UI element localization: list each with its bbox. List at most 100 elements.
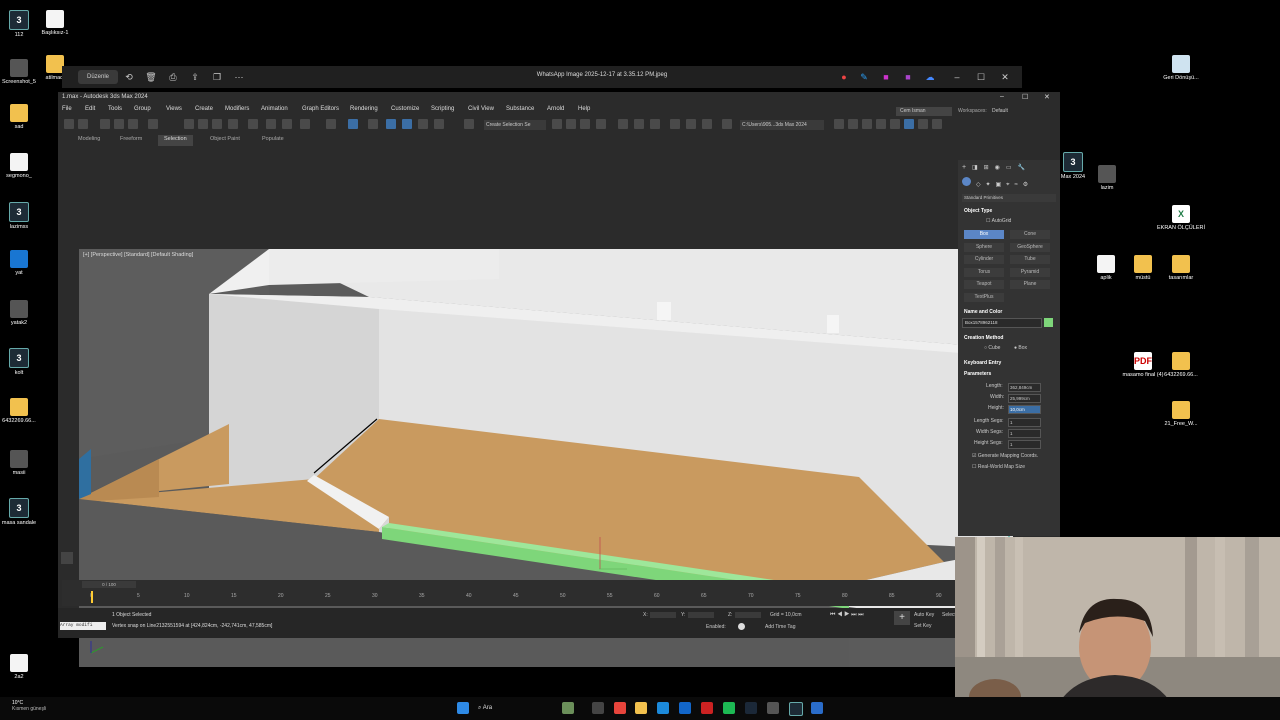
x-field[interactable] (650, 612, 676, 618)
menu-file[interactable]: File (62, 106, 72, 112)
set-key-icon[interactable]: + (894, 611, 910, 625)
create-tab-icon[interactable]: + (962, 164, 966, 171)
undo-icon[interactable] (64, 119, 74, 129)
scale-icon[interactable] (282, 119, 292, 129)
edit-named-sel-icon[interactable] (464, 119, 474, 129)
render-frame-icon[interactable] (702, 119, 712, 129)
rotate-icon[interactable] (266, 119, 276, 129)
percent-snap-icon[interactable] (418, 119, 428, 129)
workspaces-select[interactable]: Default (992, 108, 1008, 114)
primitive-tube-button[interactable]: Tube (1010, 255, 1050, 265)
desktop-icon[interactable]: 6432269.66... (1156, 352, 1206, 378)
minimize-icon[interactable]: – (952, 70, 962, 84)
viewport-label[interactable]: [+] [Perspective] [Standard] [Default Sh… (83, 252, 193, 258)
delete-icon[interactable]: 🗑 (145, 70, 156, 84)
project-path[interactable]: C:\Users\905...3ds Max 2024 (740, 120, 824, 130)
unlink-icon[interactable] (114, 119, 124, 129)
snap-3d-icon[interactable] (386, 119, 396, 129)
spotify-icon[interactable] (723, 702, 735, 714)
clipchamp-icon[interactable]: ■ (882, 70, 890, 84)
rect-select-icon[interactable] (212, 119, 222, 129)
maxscript-listener[interactable]: Array modifi (60, 622, 106, 630)
select-manip-icon[interactable] (348, 119, 358, 129)
creation-method-header[interactable]: Creation Method (964, 335, 1003, 341)
desktop-icon[interactable]: 21_Free_W... (1156, 401, 1206, 427)
real-world-checkbox[interactable]: ☐ Real-World Map Size (972, 464, 1025, 470)
y-tool-icon[interactable] (890, 119, 900, 129)
name-color-header[interactable]: Name and Color (964, 309, 1002, 315)
desktop-icon[interactable]: tasarımlar (1156, 255, 1206, 281)
width-segs-field[interactable]: 1 (1008, 429, 1041, 438)
edit-button[interactable]: Düzenle (78, 70, 118, 84)
weather-widget[interactable]: 10°C Kısmen güneşli (12, 700, 46, 712)
ribbon-tab-populate[interactable]: Populate (256, 135, 290, 146)
chrome-icon[interactable] (614, 702, 626, 714)
play-controls[interactable]: ⏮ ◀ ▶ ⏭ ⏭ (830, 612, 864, 619)
length-field[interactable]: 362,849cm (1008, 383, 1041, 392)
menu-help[interactable]: Help (578, 106, 590, 112)
menu-customize[interactable]: Customize (391, 106, 419, 112)
material-editor-icon[interactable] (670, 119, 680, 129)
file-explorer-icon[interactable] (635, 702, 647, 714)
designer-icon[interactable]: ■ (904, 70, 912, 84)
link-icon[interactable] (100, 119, 110, 129)
display-tab-icon[interactable]: ▭ (1006, 165, 1012, 171)
pivot-icon[interactable] (326, 119, 336, 129)
primitive-teapot-button[interactable]: Teapot (964, 280, 1004, 290)
timeline[interactable]: 0 / 100 05101520253035404550556065707580… (62, 580, 955, 606)
menu-modifiers[interactable]: Modifiers (225, 106, 249, 112)
menu-edit[interactable]: Edit (85, 106, 95, 112)
primitive-torus-button[interactable]: Torus (964, 267, 1004, 277)
maximize-icon[interactable]: ☐ (976, 70, 986, 84)
desktop-icon[interactable]: sad (0, 104, 44, 130)
height-segs-field[interactable]: 1 (1008, 440, 1041, 449)
desktop-icon[interactable]: 6432269.66... (0, 398, 44, 424)
menu-animation[interactable]: Animation (261, 106, 288, 112)
filter-icon[interactable] (148, 119, 158, 129)
primitive-category-select[interactable]: Standard Primitives (962, 194, 1056, 202)
box-radio[interactable]: ● Box (1014, 345, 1027, 351)
ribbon-tab-object-paint[interactable]: Object Paint (204, 135, 246, 146)
widget-icon[interactable] (562, 702, 574, 714)
object-name-input[interactable]: Box1578962118 (962, 318, 1042, 328)
align-icon[interactable] (566, 119, 576, 129)
primitive-cone-button[interactable]: Cone (1010, 230, 1050, 239)
menu-arnold[interactable]: Arnold (547, 106, 564, 112)
keyboard-shortcut-icon[interactable] (368, 119, 378, 129)
angle-snap-icon[interactable] (402, 119, 412, 129)
primitive-textplus-button[interactable]: TextPlus (964, 293, 1004, 302)
generate-mapping-checkbox[interactable]: ☑ Generate Mapping Coords. (972, 453, 1038, 459)
z-field[interactable] (735, 612, 761, 618)
task-view-icon[interactable] (592, 702, 604, 714)
ref-coord-icon[interactable] (300, 119, 310, 129)
share-icon[interactable]: ⇪ (190, 70, 200, 84)
toggle-layer-explorer-icon[interactable] (596, 119, 606, 129)
layout-icon[interactable] (61, 552, 73, 564)
x-tool-icon[interactable] (876, 119, 886, 129)
current-frame-marker[interactable] (91, 591, 93, 603)
desktop-icon[interactable]: Geri Dönüşü... (1156, 55, 1206, 81)
object-color-swatch[interactable] (1044, 318, 1053, 327)
width-field[interactable]: 25,999cm (1008, 394, 1041, 403)
ribbon-tab-freeform[interactable]: Freeform (114, 135, 148, 146)
edit-icon[interactable]: ✎ (860, 70, 868, 84)
max-taskbar-icon[interactable] (789, 702, 803, 716)
grid-tool-icon[interactable] (932, 119, 942, 129)
time-tag-icon[interactable] (738, 623, 745, 630)
length-segs-field[interactable]: 1 (1008, 418, 1041, 427)
window-icon[interactable] (228, 119, 238, 129)
desktop-icon[interactable]: masii (0, 450, 44, 476)
menu-tools[interactable]: Tools (108, 106, 122, 112)
desktop-icon[interactable]: segmono_ (0, 153, 44, 179)
add-time-tag[interactable]: Add Time Tag (765, 624, 795, 630)
desktop-icon[interactable]: 2a2 (0, 654, 44, 680)
primitive-cylinder-button[interactable]: Cylinder (964, 255, 1004, 265)
auto-key-button[interactable]: Auto Key (914, 612, 934, 618)
spinner-snap-icon[interactable] (434, 119, 444, 129)
helpers-icon[interactable]: ⌖ (1006, 182, 1009, 188)
photos-icon[interactable] (811, 702, 823, 714)
move-icon[interactable] (248, 119, 258, 129)
redo-icon[interactable] (78, 119, 88, 129)
lights-icon[interactable]: ✦ (986, 182, 991, 188)
primitive-geosphere-button[interactable]: GeoSphere (1010, 242, 1050, 252)
